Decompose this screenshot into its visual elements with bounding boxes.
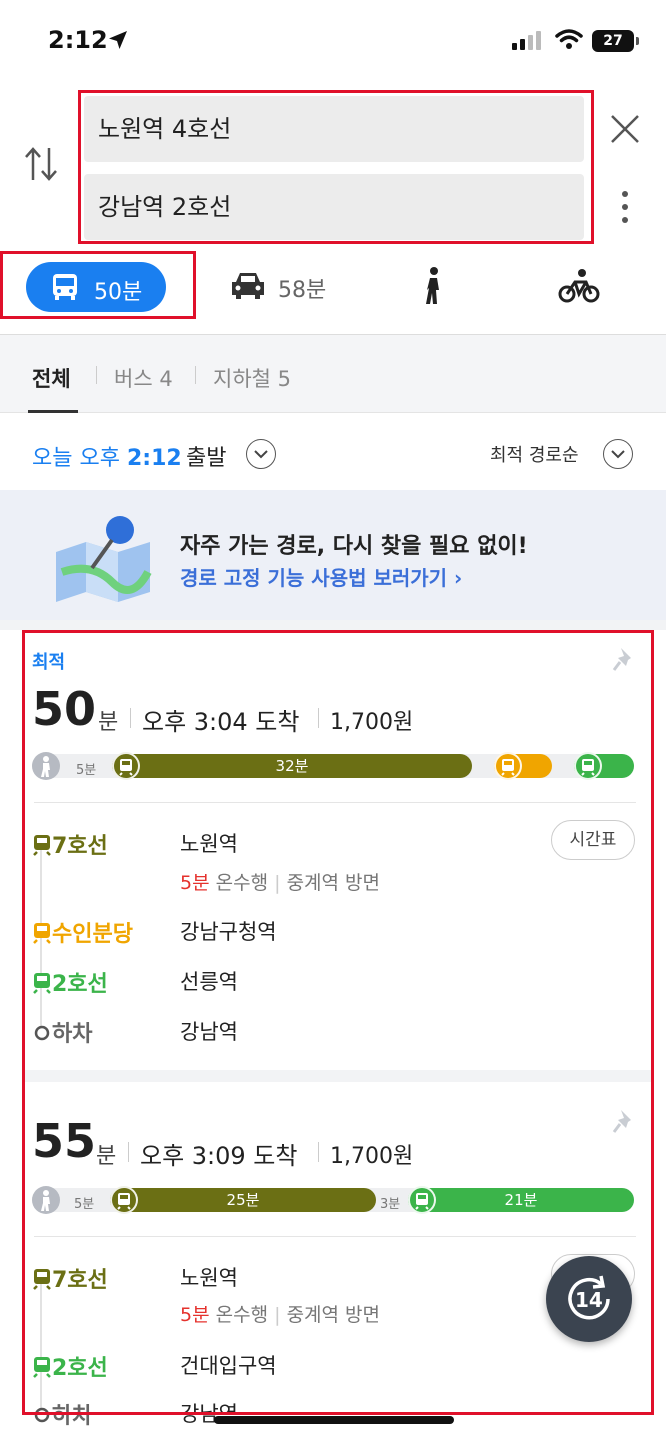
home-indicator xyxy=(214,1416,454,1424)
departure-day: 오늘 오후 xyxy=(32,446,120,471)
car-time-label: 58분 xyxy=(278,278,327,303)
refresh-button[interactable]: 14 xyxy=(546,1256,632,1342)
tab-all[interactable]: 전체 xyxy=(32,363,71,393)
chevron-down-icon xyxy=(611,450,625,459)
filter-bar xyxy=(0,335,666,413)
section-spacer xyxy=(0,620,666,630)
location-arrow-icon xyxy=(109,31,127,49)
tab-bus[interactable]: 버스 4 xyxy=(114,363,173,393)
status-time: 2:12 xyxy=(48,26,108,54)
tab-separator xyxy=(195,366,196,384)
tab-subway[interactable]: 지하철 5 xyxy=(213,363,291,393)
more-options-icon[interactable] xyxy=(620,190,630,224)
refresh-count: 14 xyxy=(575,1288,603,1312)
departure-clock: 2:12 xyxy=(126,446,182,471)
sort-dropdown[interactable] xyxy=(603,439,633,469)
banner-title: 자주 가는 경로, 다시 찾을 필요 없이! xyxy=(180,534,528,559)
close-icon[interactable] xyxy=(608,112,642,146)
chevron-down-icon xyxy=(254,450,268,459)
active-tab-underline xyxy=(28,410,78,413)
departure-suffix: 출발 xyxy=(186,446,227,471)
transit-mode-highlight xyxy=(0,251,196,319)
battery-indicator: 27 xyxy=(592,30,639,52)
walk-icon[interactable] xyxy=(422,266,446,306)
car-icon xyxy=(232,273,264,299)
cellular-signal-icon xyxy=(512,31,541,50)
departure-dropdown[interactable] xyxy=(246,439,276,469)
tab-separator xyxy=(96,366,97,384)
mode-car-tab[interactable]: 58분 xyxy=(230,270,326,306)
route-input-highlight xyxy=(78,90,594,244)
wifi-icon xyxy=(555,29,583,49)
swap-direction-icon[interactable] xyxy=(22,144,60,184)
banner-link[interactable]: 경로 고정 기능 사용법 보러가기 › xyxy=(180,562,462,591)
departure-time[interactable]: 오늘 오후 2:12 xyxy=(32,440,182,472)
bicycle-icon[interactable] xyxy=(558,268,600,304)
sort-order[interactable]: 최적 경로순 xyxy=(490,441,579,467)
map-pin-illustration-icon xyxy=(56,516,152,602)
